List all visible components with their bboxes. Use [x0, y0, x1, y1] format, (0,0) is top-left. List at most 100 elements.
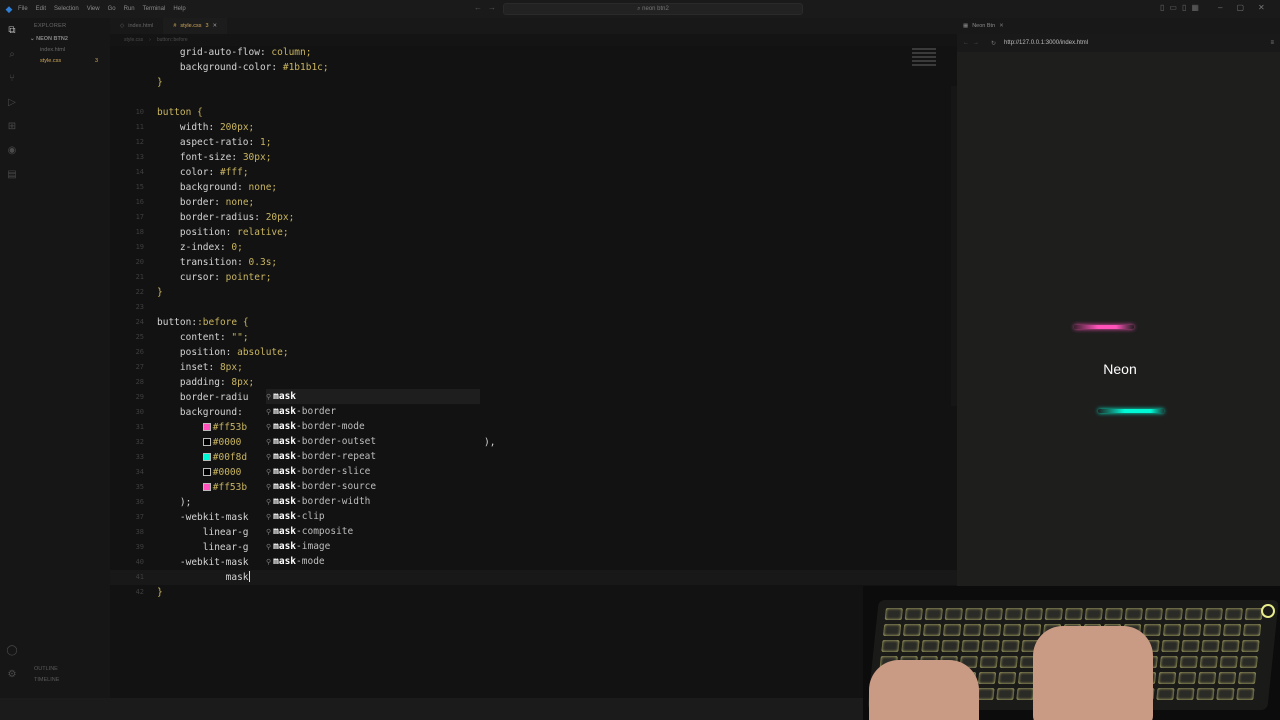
code-line[interactable]: 10 button {: [110, 105, 957, 120]
reload-icon[interactable]: ↻: [991, 40, 996, 47]
code-line[interactable]: 30 background:: [110, 405, 957, 420]
code-line[interactable]: 20 transition: 0.3s;: [110, 255, 957, 270]
code-line[interactable]: 16 border: none;: [110, 195, 957, 210]
close-window-icon[interactable]: ✕: [1258, 3, 1279, 12]
preview-tab[interactable]: ▦ Neon Btn ✕: [957, 18, 1280, 34]
code-line[interactable]: 37 -webkit-mask: [110, 510, 957, 525]
code-line[interactable]: background-color: #1b1b1c;: [110, 60, 957, 75]
code-line[interactable]: }: [110, 75, 957, 90]
color-swatch[interactable]: [202, 468, 211, 476]
back-icon[interactable]: ←: [474, 3, 488, 12]
folder-neon-btn2[interactable]: ⌄ NEON BTN2: [24, 34, 110, 45]
color-swatch[interactable]: [202, 423, 211, 431]
suggestion-item[interactable]: ⚲ mask-mode: [266, 554, 480, 569]
code-line[interactable]: 25 content: "";: [110, 330, 957, 345]
code-line[interactable]: 32 #0000: [110, 435, 957, 450]
file-index-html[interactable]: index.html: [24, 45, 110, 56]
menu-edit[interactable]: Edit: [36, 6, 46, 12]
menu-file[interactable]: File: [18, 6, 28, 12]
code-line[interactable]: 11 width: 200px;: [110, 120, 957, 135]
suggestion-item[interactable]: ⚲ mask-border-mode: [266, 419, 480, 434]
code-line[interactable]: 33 #00f8d: [110, 450, 957, 465]
code-line[interactable]: grid-auto-flow: column;: [110, 45, 957, 60]
color-swatch[interactable]: [202, 438, 211, 446]
neon-button[interactable]: Neon: [1062, 313, 1178, 429]
breadcrumb-file[interactable]: style.css: [124, 37, 143, 43]
explorer-icon[interactable]: ⧉: [0, 18, 24, 42]
menu-view[interactable]: View: [87, 6, 100, 12]
code-line[interactable]: 13 font-size: 30px;: [110, 150, 957, 165]
toggle-panel-icon[interactable]: ▭: [1169, 3, 1182, 12]
code-line[interactable]: 17 border-radius: 20px;: [110, 210, 957, 225]
code-line[interactable]: 14 color: #fff;: [110, 165, 957, 180]
code-line[interactable]: 41 mask: [110, 570, 957, 585]
testing-icon[interactable]: ▤: [0, 162, 24, 186]
account-icon[interactable]: ◯: [0, 638, 24, 662]
menu-terminal[interactable]: Terminal: [143, 6, 166, 12]
extensions-icon[interactable]: ⊞: [0, 114, 24, 138]
breadcrumb-symbol[interactable]: button::before: [157, 37, 188, 43]
code-line[interactable]: 12 aspect-ratio: 1;: [110, 135, 957, 150]
code-line[interactable]: 29 border-radiu: [110, 390, 957, 405]
menu-go[interactable]: Go: [108, 6, 116, 12]
suggestion-item[interactable]: ⚲ mask-border-repeat: [266, 449, 480, 464]
code-line[interactable]: 35 #ff53b: [110, 480, 957, 495]
file-style-css[interactable]: style.css 3: [24, 56, 110, 67]
code-line[interactable]: 27 inset: 8px;: [110, 360, 957, 375]
code-line[interactable]: 28 padding: 8px;: [110, 375, 957, 390]
suggestion-item[interactable]: ⚲ mask-border-source: [266, 479, 480, 494]
customize-layout-icon[interactable]: ▦: [1191, 3, 1204, 12]
code-line[interactable]: 22}: [110, 285, 957, 300]
code-line[interactable]: 40 -webkit-mask: [110, 555, 957, 570]
close-tab-icon[interactable]: ✕: [213, 23, 218, 29]
suggestion-item[interactable]: ⚲ mask: [266, 389, 480, 404]
code-line[interactable]: 19 z-index: 0;: [110, 240, 957, 255]
code-line[interactable]: 26 position: absolute;: [110, 345, 957, 360]
remote-icon[interactable]: ◉: [0, 138, 24, 162]
code-line[interactable]: [110, 90, 957, 105]
close-preview-icon[interactable]: ✕: [999, 23, 1004, 29]
code-line[interactable]: 24 button::before {: [110, 315, 957, 330]
run-debug-icon[interactable]: ▷: [0, 90, 24, 114]
tab-index-html[interactable]: ◇ index.html: [110, 18, 163, 34]
menu-help[interactable]: Help: [173, 6, 185, 12]
search-icon[interactable]: ⌕: [0, 42, 24, 66]
code-line[interactable]: 15 background: none;: [110, 180, 957, 195]
code-line[interactable]: 31 #ff53b: [110, 420, 957, 435]
preview-menu-icon[interactable]: ≡: [1270, 40, 1274, 46]
code-editor[interactable]: grid-auto-flow: column; background-color…: [110, 46, 957, 698]
code-line[interactable]: 38 linear-g: [110, 525, 957, 540]
url-field[interactable]: http://127.0.0.1:3000/index.html: [1004, 40, 1088, 46]
forward-icon[interactable]: →: [488, 3, 502, 12]
toggle-sidebar-icon[interactable]: ▯: [1160, 3, 1169, 12]
code-line[interactable]: 18 position: relative;: [110, 225, 957, 240]
code-line[interactable]: 39 linear-g: [110, 540, 957, 555]
maximize-icon[interactable]: ▢: [1236, 3, 1258, 12]
tab-style-css[interactable]: # style.css 3 ✕: [163, 18, 228, 34]
toggle-secondary-icon[interactable]: ▯: [1182, 3, 1191, 12]
preview-nav-icon[interactable]: ←→: [963, 40, 983, 46]
suggestion-item[interactable]: ⚲ mask-composite: [266, 524, 480, 539]
suggestion-item[interactable]: ⚲ mask-clip: [266, 509, 480, 524]
command-center-search[interactable]: ⌕ neon btn2: [503, 3, 803, 15]
code-line[interactable]: 23: [110, 300, 957, 315]
code-line[interactable]: 36 );: [110, 495, 957, 510]
code-line[interactable]: 42}: [110, 585, 957, 600]
menu-selection[interactable]: Selection: [54, 6, 79, 12]
suggestion-item[interactable]: ⚲ mask-border-width: [266, 494, 480, 509]
suggestion-item[interactable]: ⚲ mask-border: [266, 404, 480, 419]
suggestion-item[interactable]: ⚲ mask-image: [266, 539, 480, 554]
source-control-icon[interactable]: ⑂: [0, 66, 24, 90]
suggestion-item[interactable]: ⚲ mask-border-outset: [266, 434, 480, 449]
timeline-panel[interactable]: TIMELINE: [24, 675, 110, 686]
menu-run[interactable]: Run: [124, 6, 135, 12]
suggestion-item[interactable]: ⚲ mask-border-slice: [266, 464, 480, 479]
code-line[interactable]: 21 cursor: pointer;: [110, 270, 957, 285]
color-swatch[interactable]: [202, 483, 211, 491]
color-swatch[interactable]: [202, 453, 211, 461]
minimap[interactable]: [912, 46, 936, 76]
suggestion-widget[interactable]: ⚲ mask ⚲ mask-border ⚲ mask-border-mode ⚲ mask-…: [266, 389, 480, 569]
settings-gear-icon[interactable]: ⚙: [0, 662, 24, 686]
code-line[interactable]: 34 #0000: [110, 465, 957, 480]
minimize-icon[interactable]: –: [1218, 3, 1236, 12]
